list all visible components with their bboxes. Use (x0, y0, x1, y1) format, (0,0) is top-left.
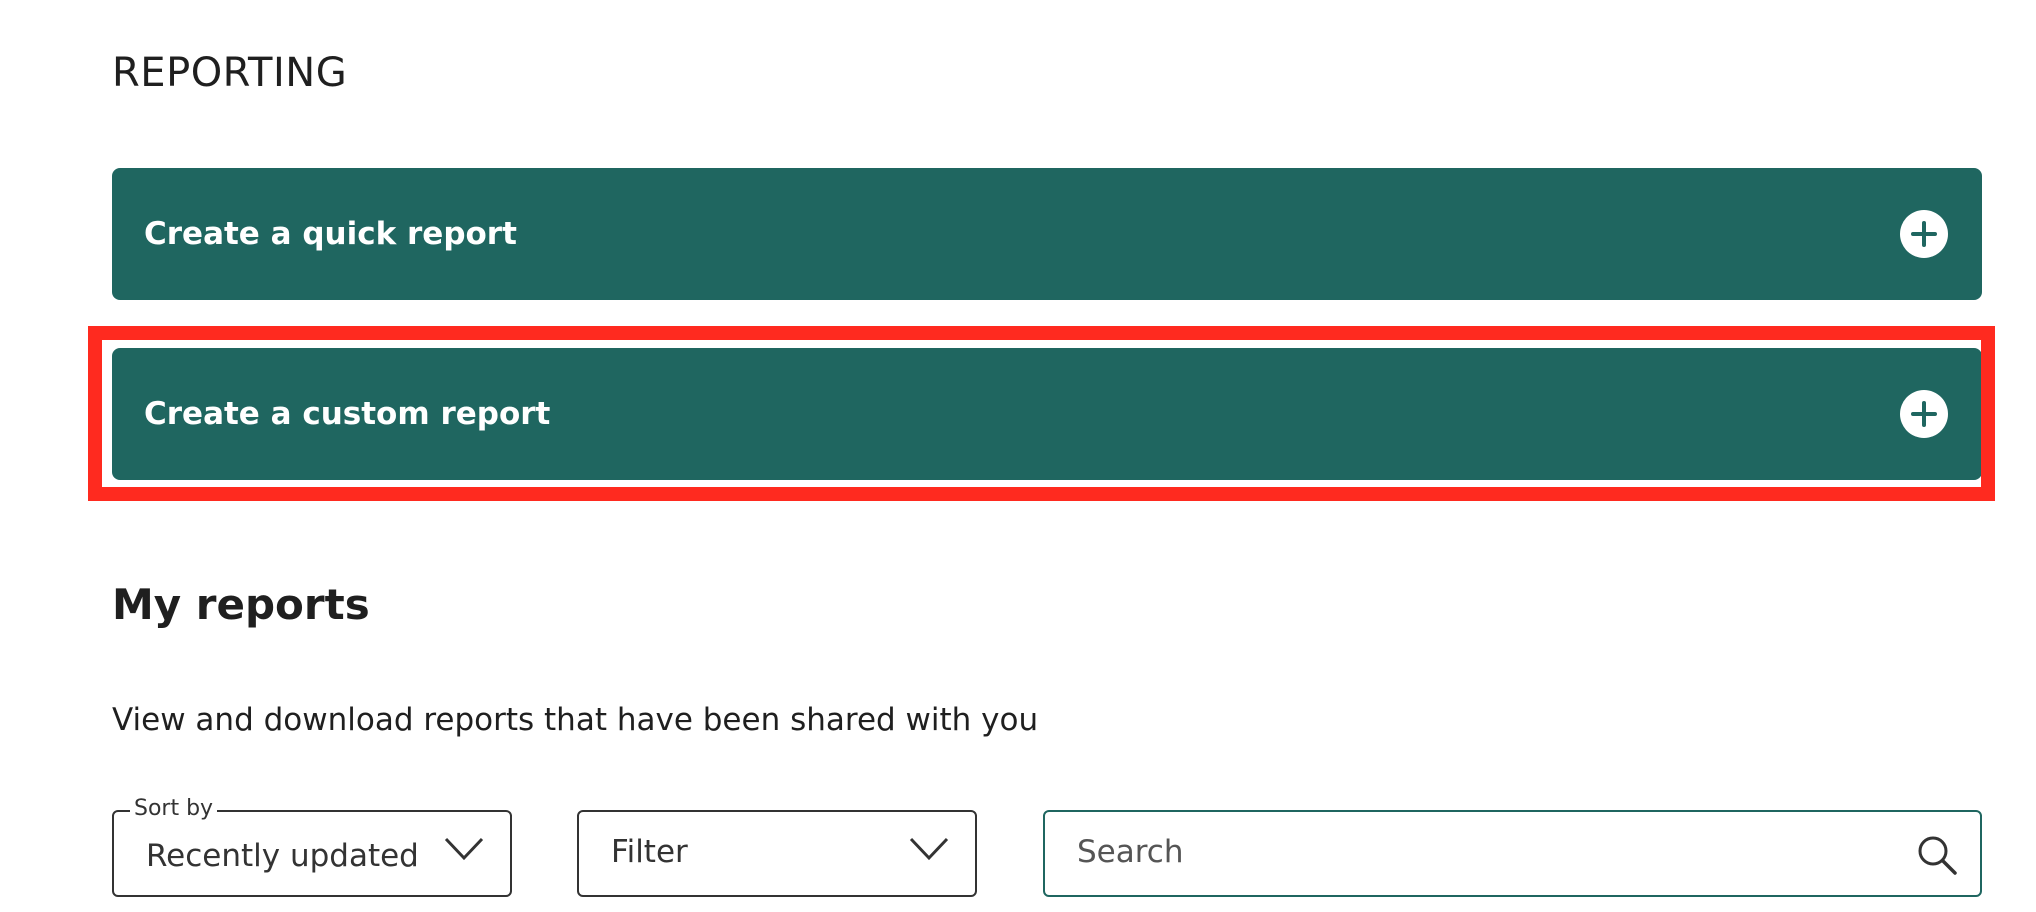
search-icon[interactable] (1916, 834, 1958, 876)
filter-select[interactable]: Filter (577, 810, 977, 897)
sort-by-label: Sort by (130, 796, 218, 821)
create-custom-report-label: Create a custom report (144, 396, 551, 432)
chevron-down-icon (909, 837, 949, 861)
search-placeholder: Search (1077, 834, 1184, 870)
my-reports-title: My reports (112, 580, 370, 629)
sort-by-value: Recently updated (146, 838, 419, 874)
search-input[interactable]: Search (1043, 810, 1982, 897)
my-reports-description: View and download reports that have been… (112, 702, 1039, 738)
create-quick-report-button[interactable]: Create a quick report (112, 168, 1982, 300)
sort-by-select[interactable]: Sort by Recently updated (112, 796, 512, 897)
create-custom-report-button[interactable]: Create a custom report (112, 348, 1982, 480)
chevron-down-icon (444, 837, 484, 861)
plus-circle-icon[interactable] (1900, 210, 1948, 258)
filter-value: Filter (611, 834, 688, 870)
page-title: REPORTING (112, 50, 348, 96)
create-quick-report-label: Create a quick report (144, 216, 517, 252)
plus-circle-icon[interactable] (1900, 390, 1948, 438)
